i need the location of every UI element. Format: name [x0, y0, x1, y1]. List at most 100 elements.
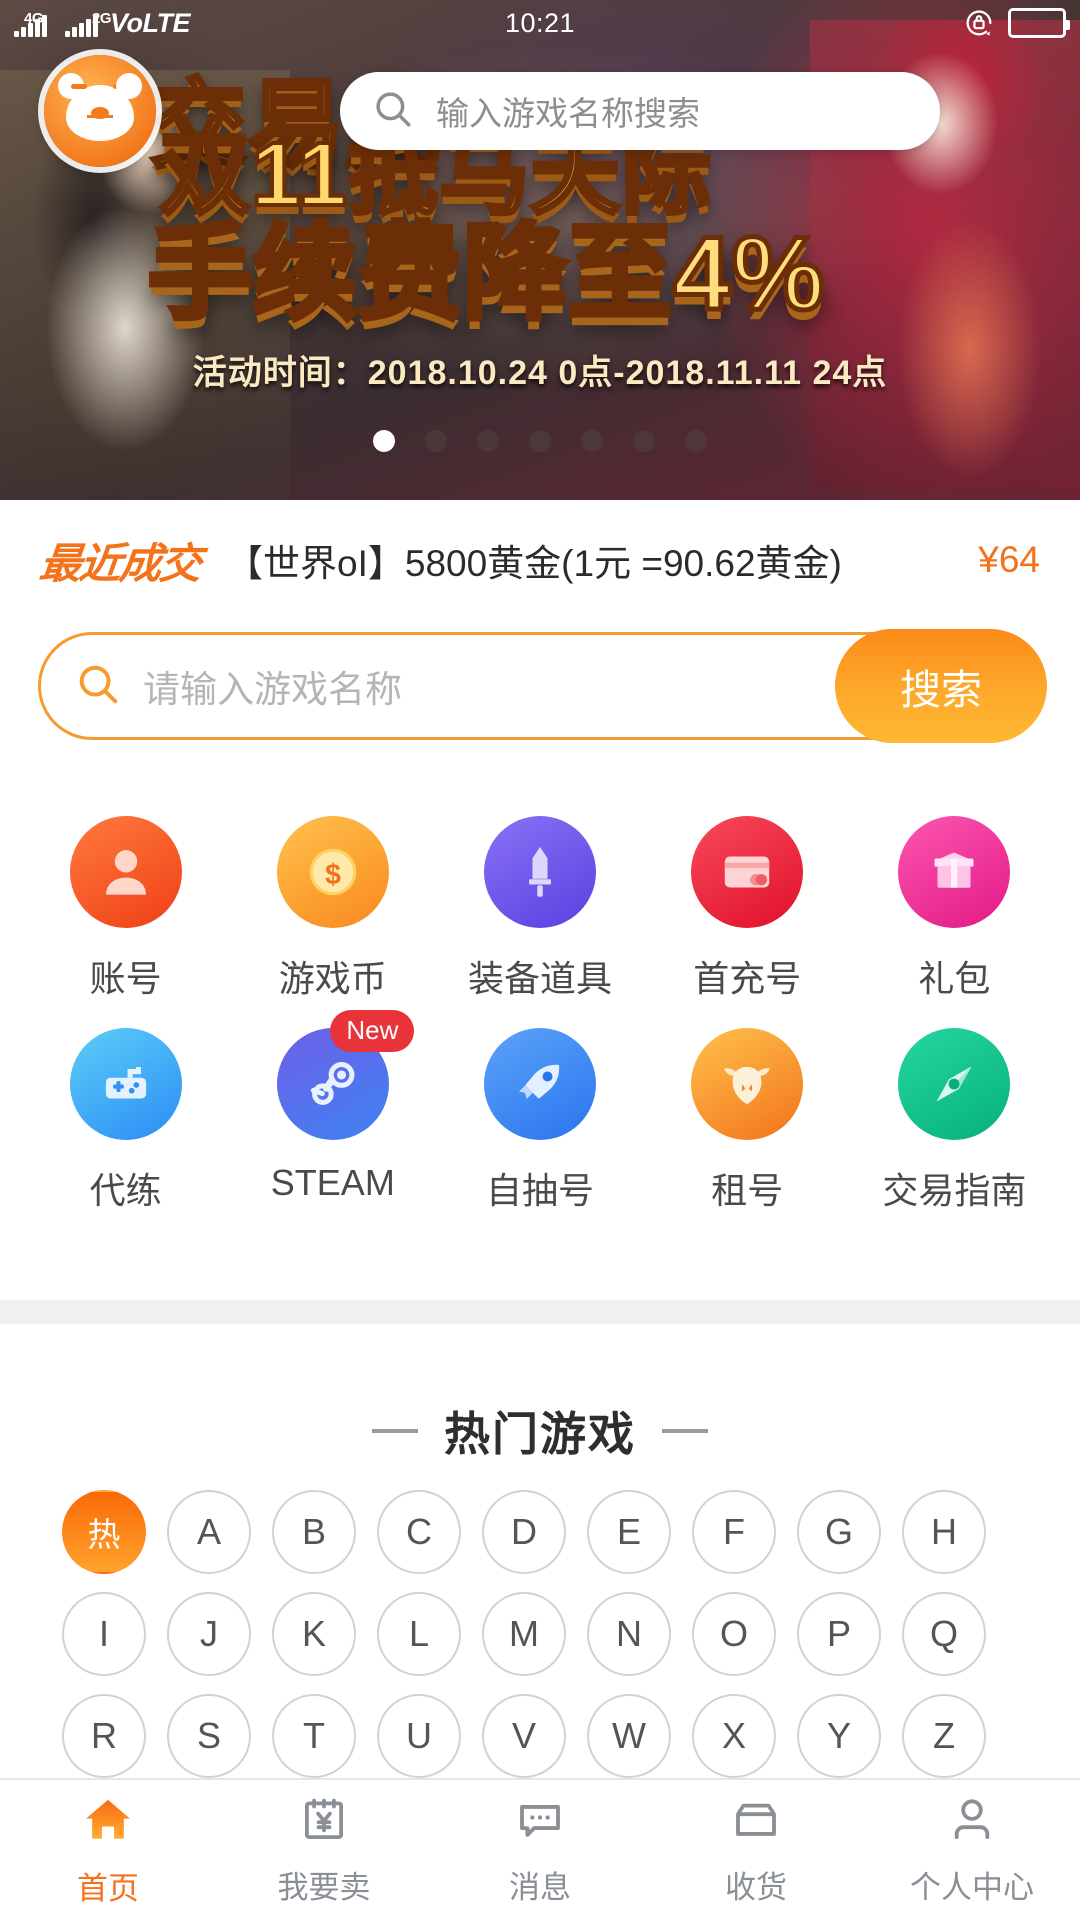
- category-item-account[interactable]: 账号: [22, 790, 229, 1002]
- tab-label: 消息: [509, 1862, 571, 1907]
- alphabet-key[interactable]: D: [482, 1490, 566, 1574]
- status-bar-clock: 10:21: [0, 8, 1080, 39]
- carousel-dot[interactable]: [581, 430, 603, 452]
- alphabet-key[interactable]: G: [797, 1490, 881, 1574]
- new-badge: New: [330, 1010, 414, 1052]
- sell-yuan-icon: [297, 1793, 351, 1852]
- carousel-dot[interactable]: [633, 430, 655, 452]
- alphabet-key[interactable]: C: [377, 1490, 461, 1574]
- alphabet-key-hot[interactable]: 热: [62, 1490, 146, 1574]
- recent-transaction-text: 【世界oI】5800黄金(1元 =90.62黄金): [226, 533, 842, 587]
- alphabet-key[interactable]: U: [377, 1694, 461, 1778]
- alphabet-row-3: R S T U V W X Y Z: [62, 1694, 1022, 1778]
- category-item-game-currency[interactable]: $ 游戏币: [229, 790, 436, 1002]
- home-icon: [80, 1792, 136, 1853]
- tab-label: 我要卖: [278, 1862, 371, 1907]
- category-item-boosting[interactable]: 代练: [22, 1002, 229, 1214]
- recent-transaction-price: ¥64: [978, 539, 1040, 581]
- category-label: 交易指南: [882, 1162, 1026, 1214]
- alphabet-key[interactable]: R: [62, 1694, 146, 1778]
- alphabet-key[interactable]: S: [167, 1694, 251, 1778]
- alphabet-key[interactable]: B: [272, 1490, 356, 1574]
- search-button[interactable]: 搜索: [835, 629, 1047, 743]
- carousel-dot[interactable]: [529, 430, 551, 452]
- category-label: 代练: [90, 1162, 162, 1214]
- alphabet-key[interactable]: H: [902, 1490, 986, 1574]
- category-label: 游戏币: [279, 950, 387, 1002]
- category-item-equipment[interactable]: 装备道具: [436, 790, 643, 1002]
- alphabet-key[interactable]: Z: [902, 1694, 986, 1778]
- category-row-2: 代练 New STEAM: [22, 1002, 1058, 1214]
- carousel-dot[interactable]: [685, 430, 707, 452]
- promo-banner-carousel[interactable]: 交易虎 双11抵马天际 手续费降至4% 活动时间：2018.10.24 0点-2…: [0, 0, 1080, 500]
- alphabet-key[interactable]: O: [692, 1592, 776, 1676]
- tab-profile[interactable]: 个人中心: [864, 1780, 1080, 1920]
- app-screen: 交易虎 双11抵马天际 手续费降至4% 活动时间：2018.10.24 0点-2…: [0, 0, 1080, 1920]
- hot-games-title: 热门游戏: [444, 1398, 636, 1464]
- alphabet-key[interactable]: V: [482, 1694, 566, 1778]
- alphabet-key[interactable]: P: [797, 1592, 881, 1676]
- coin-dollar-icon: $: [277, 816, 389, 928]
- tab-home[interactable]: 首页: [0, 1780, 216, 1920]
- recent-transaction-tag: 最近成交: [37, 530, 203, 591]
- section-divider: [0, 1300, 1080, 1324]
- alphabet-key[interactable]: W: [587, 1694, 671, 1778]
- category-item-gift-pack[interactable]: 礼包: [851, 790, 1058, 1002]
- recent-transaction-bar[interactable]: 最近成交 【世界oI】5800黄金(1元 =90.62黄金) ¥64: [0, 500, 1080, 620]
- category-row-1: 账号 $ 游戏币 装: [22, 790, 1058, 1002]
- tab-message[interactable]: 消息: [432, 1780, 648, 1920]
- alphabet-row-2: I J K L M N O P Q: [62, 1592, 1022, 1676]
- alphabet-filter-grid: 热 A B C D E F G H I J K L M N O P Q R S …: [62, 1490, 1022, 1796]
- rocket-icon: [484, 1028, 596, 1140]
- category-grid: 账号 $ 游戏币 装: [0, 790, 1080, 1214]
- sword-icon: [484, 816, 596, 928]
- banner-search-placeholder: 输入游戏名称搜索: [436, 87, 700, 135]
- box-icon: [729, 1793, 783, 1852]
- category-label: 租号: [711, 1162, 783, 1214]
- search-icon: [75, 661, 121, 712]
- battery-icon: [1008, 8, 1066, 38]
- rotation-lock-icon: [962, 6, 996, 40]
- carousel-dots[interactable]: [0, 430, 1080, 452]
- message-icon: [513, 1793, 567, 1852]
- category-item-auto-draw[interactable]: 自抽号: [436, 1002, 643, 1214]
- alphabet-key[interactable]: M: [482, 1592, 566, 1676]
- alphabet-key[interactable]: A: [167, 1490, 251, 1574]
- status-bar-right: [962, 6, 1066, 40]
- category-item-first-charge[interactable]: 首充号: [644, 790, 851, 1002]
- carousel-dot[interactable]: [477, 430, 499, 452]
- tab-sell[interactable]: 我要卖: [216, 1780, 432, 1920]
- alphabet-key[interactable]: Y: [797, 1694, 881, 1778]
- category-item-trade-guide[interactable]: 交易指南: [851, 1002, 1058, 1214]
- carousel-dot[interactable]: [373, 430, 395, 452]
- user-avatar-icon: [70, 816, 182, 928]
- search-input-placeholder: 请输入游戏名称: [143, 659, 402, 713]
- banner-title-line3: 手续费降至4%: [148, 222, 825, 326]
- alphabet-row-1: 热 A B C D E F G H: [62, 1490, 1022, 1574]
- status-bar: 4G 2G VoLTE 10:21: [0, 0, 1080, 46]
- alphabet-key[interactable]: T: [272, 1694, 356, 1778]
- alphabet-key[interactable]: F: [692, 1490, 776, 1574]
- category-label: 礼包: [918, 950, 990, 1002]
- alphabet-key[interactable]: X: [692, 1694, 776, 1778]
- tab-label: 收货: [725, 1862, 787, 1907]
- tab-label: 首页: [77, 1863, 139, 1908]
- category-item-steam[interactable]: New STEAM: [229, 1002, 436, 1214]
- category-item-rent-account[interactable]: 租号: [644, 1002, 851, 1214]
- tab-receive[interactable]: 收货: [648, 1780, 864, 1920]
- decoration-dash-right: [662, 1429, 708, 1433]
- category-label: STEAM: [271, 1162, 395, 1204]
- category-label: 装备道具: [468, 950, 612, 1002]
- alphabet-key[interactable]: J: [167, 1592, 251, 1676]
- gamepad-icon: [70, 1028, 182, 1140]
- tab-label: 个人中心: [910, 1862, 1034, 1907]
- alphabet-key[interactable]: L: [377, 1592, 461, 1676]
- alphabet-key[interactable]: Q: [902, 1592, 986, 1676]
- alphabet-key[interactable]: E: [587, 1490, 671, 1574]
- carousel-dot[interactable]: [425, 430, 447, 452]
- banner-search-input[interactable]: 输入游戏名称搜索: [340, 72, 940, 150]
- alphabet-key[interactable]: N: [587, 1592, 671, 1676]
- tiger-logo: [44, 55, 156, 167]
- alphabet-key[interactable]: I: [62, 1592, 146, 1676]
- alphabet-key[interactable]: K: [272, 1592, 356, 1676]
